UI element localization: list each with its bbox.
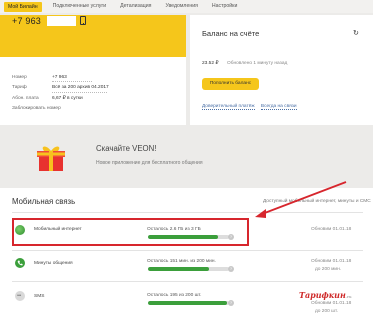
service-update: Обновим 01.01.18 xyxy=(311,259,352,264)
trust-payment-link[interactable]: Доверительный платёж xyxy=(202,104,255,110)
account-row-number: Номер +7 963 xyxy=(12,74,83,80)
tab-details[interactable]: Детализация xyxy=(113,0,158,13)
tab-notifications[interactable]: Уведомления xyxy=(158,0,204,13)
service-update: Обновим 01.01.18 xyxy=(311,301,352,306)
watermark-suffix: .ru xyxy=(345,294,352,299)
balance-card: Баланс на счёте ↻ 23.52 ₽ Обновлено 1 ми… xyxy=(190,15,373,125)
handset-icon xyxy=(17,260,23,266)
row-label: Тариф xyxy=(12,85,27,90)
info-icon[interactable]: ? xyxy=(228,300,234,306)
number-mask xyxy=(68,74,83,79)
service-update-amount: до 200 мин. xyxy=(315,267,342,272)
service-update-amount: до 200 шт. xyxy=(315,309,338,314)
service-remaining: Осталось 195 из 200 шт. xyxy=(147,293,202,298)
row-value: +7 963 xyxy=(52,74,67,80)
block-number-link[interactable]: Заблокировать номер xyxy=(12,106,61,111)
balance-amount: 23.52 ₽ xyxy=(202,61,219,66)
mobile-title: Мобильная связь xyxy=(12,197,76,206)
info-icon[interactable]: ? xyxy=(228,266,234,272)
phone-number: +7 963 xyxy=(12,16,41,26)
tariff-link[interactable]: Всё за 200 архив 04.2017 xyxy=(52,85,109,90)
tab-settings[interactable]: Настройки xyxy=(205,0,244,13)
promo-title: Скачайте VEON! xyxy=(96,144,157,153)
service-update: Обновим 01.01.18 xyxy=(311,227,352,232)
divider xyxy=(52,81,92,82)
service-remaining: Осталось 151 мин. из 200 мин. xyxy=(147,259,216,264)
progress-fill xyxy=(148,267,210,271)
divider xyxy=(12,212,363,213)
always-connected-link[interactable]: Всегда на связи xyxy=(260,104,297,110)
balance-updated: Обновлено 1 минуту назад xyxy=(227,61,288,66)
watermark-brand: Тарифкин xyxy=(299,290,346,300)
service-name: Минуты общения xyxy=(34,261,73,266)
watermark-logo: Тарифкин.ru xyxy=(299,290,352,300)
mobile-note: Доступный мобильный интернет, минуты и С… xyxy=(263,199,371,204)
tab-connected-services[interactable]: Подключенные услуги xyxy=(46,0,114,13)
gift-icon xyxy=(37,146,65,171)
highlight-box xyxy=(12,218,249,246)
divider xyxy=(12,281,363,282)
top-up-button[interactable]: Пополнить баланс xyxy=(202,78,259,90)
balance-links: Доверительный платёж Всегда на связи xyxy=(202,104,302,110)
top-navigation: Мой Билайн Подключенные услуги Детализац… xyxy=(0,0,373,13)
tab-my-beeline[interactable]: Мой Билайн xyxy=(4,1,42,12)
account-row-fee: Абон. плата 6,67 ₽ в сутки xyxy=(12,96,83,101)
account-row-tariff: Тариф Всё за 200 архив 04.2017 xyxy=(12,85,109,90)
divider xyxy=(12,250,363,251)
phone-mask xyxy=(47,16,76,26)
refresh-icon[interactable]: ↻ xyxy=(353,29,359,37)
balance-title: Баланс на счёте xyxy=(202,29,260,38)
divider xyxy=(52,92,107,93)
progress-bar xyxy=(148,301,229,305)
progress-bar xyxy=(148,267,229,271)
dots-icon: ••• xyxy=(17,293,21,299)
promo-subtitle: Новое приложение для бесплатного общения xyxy=(96,160,203,166)
progress-fill xyxy=(148,301,227,305)
row-label: Абон. плата xyxy=(12,96,39,101)
service-name: SMS xyxy=(34,294,45,299)
row-label: Номер xyxy=(12,74,27,80)
phone-icon[interactable] xyxy=(80,16,86,25)
row-value: 6,67 ₽ в сутки xyxy=(52,96,83,101)
